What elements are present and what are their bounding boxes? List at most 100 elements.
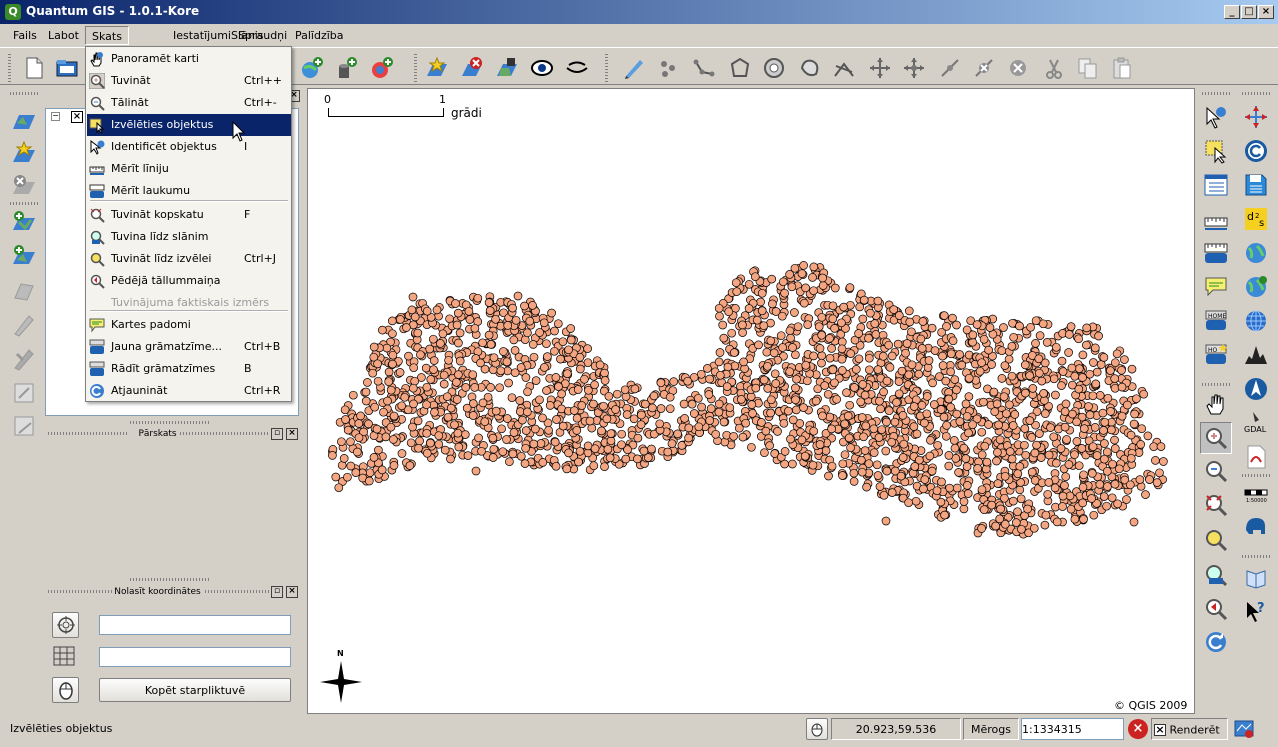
- refresh-toolbar-icon[interactable]: [1203, 629, 1229, 655]
- measure-area-toolbar-icon[interactable]: [1203, 240, 1229, 266]
- coordinate-close-button[interactable]: ×: [286, 586, 298, 598]
- move-feature-icon[interactable]: [868, 56, 892, 80]
- home-bookmark-star-icon[interactable]: HO: [1203, 342, 1229, 368]
- add-vector-layer-icon[interactable]: [11, 107, 37, 133]
- toolbar-grip[interactable]: [8, 54, 11, 82]
- save-plugin-icon[interactable]: [1243, 172, 1269, 198]
- new-bookmark-toolbar-icon[interactable]: [425, 56, 449, 80]
- add-island-icon[interactable]: [798, 56, 822, 80]
- view-menu-item[interactable]: Identificēt objektus I: [87, 136, 291, 158]
- show-all-layers-icon[interactable]: [530, 56, 554, 80]
- capture-mouse-coords-button[interactable]: [806, 718, 828, 740]
- new-project-icon[interactable]: [22, 56, 46, 80]
- dock-grip[interactable]: [130, 578, 210, 581]
- view-menu-item[interactable]: Jauna grāmatzīme... Ctrl+B: [87, 336, 291, 358]
- remove-layer-gray-icon[interactable]: [11, 172, 37, 198]
- toolbar-grip[interactable]: [10, 92, 38, 95]
- north-arrow-plugin-icon[interactable]: [1243, 376, 1269, 402]
- coordinate-float-button[interactable]: ▫: [271, 586, 283, 598]
- toolbar-grip[interactable]: [1242, 92, 1270, 95]
- open-project-icon[interactable]: [55, 56, 79, 80]
- layer-gray-icon-3[interactable]: [11, 346, 37, 372]
- overview-float-button[interactable]: ▫: [271, 428, 283, 440]
- zoom-selection-toolbar-icon[interactable]: [1203, 527, 1229, 553]
- menu-help[interactable]: Palīdzība: [289, 26, 350, 45]
- remove-layer-icon[interactable]: [460, 56, 484, 80]
- toolbar-grip[interactable]: [605, 54, 608, 82]
- maximize-button[interactable]: □: [1241, 5, 1257, 19]
- whats-this-icon[interactable]: ?: [1243, 598, 1269, 624]
- dxf2shp-icon[interactable]: d 2s: [1243, 206, 1269, 232]
- add-wms-layer-icon[interactable]: [300, 56, 324, 80]
- pan-toolbar-icon[interactable]: [1203, 392, 1229, 418]
- paste-features-icon[interactable]: [1110, 56, 1134, 80]
- capture-line-icon[interactable]: [692, 56, 716, 80]
- map-tips-toolbar-icon[interactable]: [1203, 274, 1229, 300]
- new-vector-layer-icon[interactable]: [11, 208, 37, 234]
- zoom-in-toolbar-icon[interactable]: [1203, 425, 1229, 451]
- view-menu-item[interactable]: Panoramēt karti: [87, 48, 291, 70]
- toolbar-grip[interactable]: [414, 54, 417, 82]
- add-vertex-icon[interactable]: [938, 56, 962, 80]
- layer-gray-icon-5[interactable]: [11, 413, 37, 439]
- map-canvas[interactable]: 0 1 grādi N © QGIS 2009: [307, 88, 1195, 714]
- menu-plugins[interactable]: Spraudņi: [232, 26, 293, 45]
- zoom-last-toolbar-icon[interactable]: [1203, 596, 1229, 622]
- view-menu-item[interactable]: Kartes padomi: [87, 314, 291, 336]
- toolbar-grip[interactable]: [10, 202, 38, 205]
- view-menu-item[interactable]: Atjaunināt Ctrl+R: [87, 380, 291, 402]
- globe-plugin-icon-2[interactable]: [1243, 274, 1269, 300]
- scale-input[interactable]: [1021, 718, 1124, 740]
- delete-vertex-icon[interactable]: [972, 56, 996, 80]
- crs-button[interactable]: [52, 612, 79, 638]
- layer-gray-icon-2[interactable]: [11, 312, 37, 338]
- zoom-full-toolbar-icon[interactable]: [1203, 492, 1229, 518]
- zoom-out-toolbar-icon[interactable]: [1203, 458, 1229, 484]
- globe-plugin-icon-1[interactable]: [1243, 240, 1269, 266]
- add-raster-layer-icon[interactable]: [11, 140, 37, 166]
- toolbar-grip[interactable]: [1242, 474, 1270, 477]
- view-menu-item[interactable]: Tālināt Ctrl+-: [87, 92, 291, 114]
- render-checkbox[interactable]: ×: [1154, 724, 1166, 736]
- dock-grip[interactable]: [48, 590, 114, 593]
- view-menu-item[interactable]: Tuvināt Ctrl++: [87, 70, 291, 92]
- capture-polygon-icon[interactable]: [728, 56, 752, 80]
- select-toolbar-icon[interactable]: [1203, 138, 1229, 164]
- add-ring-icon[interactable]: [762, 56, 786, 80]
- toolbar-grip[interactable]: [1202, 92, 1230, 95]
- coordinate-field-2[interactable]: [99, 647, 291, 667]
- view-menu-item[interactable]: Rādīt grāmatzīmes B: [87, 358, 291, 380]
- dock-grip[interactable]: [48, 432, 128, 435]
- postgis-elephant-icon[interactable]: [1243, 512, 1269, 538]
- toggle-editing-icon[interactable]: [622, 56, 646, 80]
- split-features-icon[interactable]: [832, 56, 856, 80]
- menu-edit[interactable]: Labot: [42, 26, 85, 45]
- tree-collapse-icon[interactable]: −: [51, 112, 60, 121]
- add-spatialite-layer-icon[interactable]: [370, 56, 394, 80]
- pdf-export-icon[interactable]: [1243, 444, 1269, 470]
- measure-line-toolbar-icon[interactable]: [1203, 208, 1229, 234]
- terrain-profile-icon[interactable]: [1243, 342, 1269, 368]
- identify-toolbar-icon[interactable]: [1203, 104, 1229, 130]
- view-menu-item[interactable]: Izvēlēties objektus: [87, 114, 291, 136]
- view-menu-item[interactable]: Tuvināt kopskatu F: [87, 204, 291, 226]
- zoom-layer-toolbar-icon[interactable]: [1203, 562, 1229, 588]
- help-book-icon[interactable]: [1243, 565, 1269, 591]
- capture-point-icon[interactable]: [656, 56, 680, 80]
- view-menu-item[interactable]: Tuvināt līdz izvēlei Ctrl+J: [87, 248, 291, 270]
- add-all-to-overview-icon[interactable]: [495, 56, 519, 80]
- view-menu-item[interactable]: Mērīt laukumu: [87, 180, 291, 202]
- projection-icon[interactable]: [1234, 719, 1254, 739]
- add-feature-layer-icon[interactable]: [11, 242, 37, 268]
- cut-features-icon[interactable]: [1042, 56, 1066, 80]
- render-toggle[interactable]: × Renderēt: [1151, 718, 1228, 740]
- view-menu-item[interactable]: Mērīt līniju: [87, 158, 291, 180]
- move-vertex-icon[interactable]: [902, 56, 926, 80]
- gdal-tools-icon[interactable]: GDAL: [1243, 410, 1269, 436]
- overview-close-button[interactable]: ×: [286, 428, 298, 440]
- copyright-plugin-icon[interactable]: [1243, 138, 1269, 164]
- toolbar-grip[interactable]: [1202, 383, 1230, 386]
- stop-render-icon[interactable]: ×: [1128, 719, 1148, 739]
- add-postgis-layer-icon[interactable]: [335, 56, 359, 80]
- dock-grip[interactable]: [205, 590, 271, 593]
